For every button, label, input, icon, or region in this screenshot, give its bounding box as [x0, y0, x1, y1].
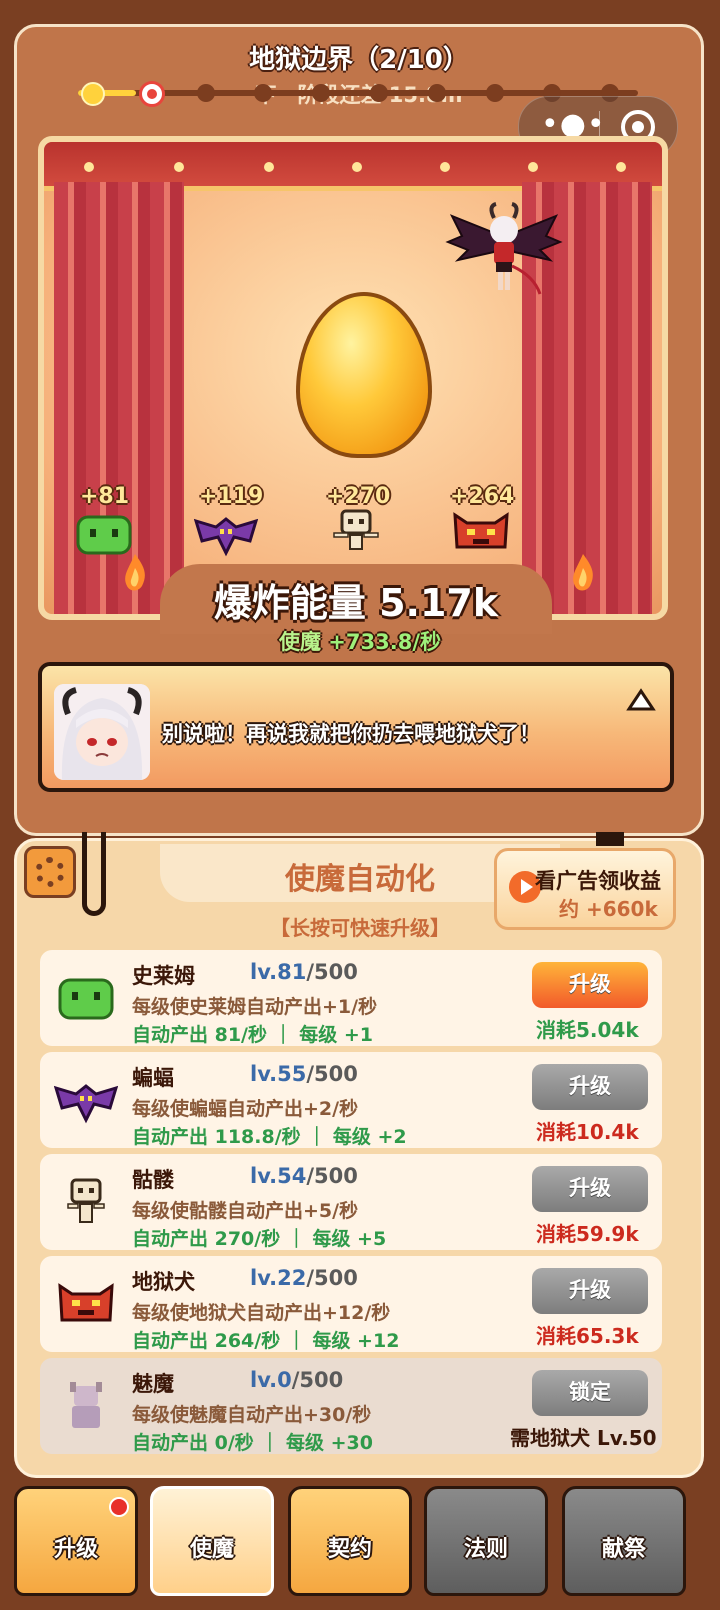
list-item: 史莱姆 lv.81/500 每级使史莱姆自动产出+1/秒 自动产出 81/秒 ｜…	[40, 950, 662, 1046]
skeleton-gain: +270	[326, 484, 391, 509]
rate-label: 使魔	[278, 630, 321, 654]
progress-node	[138, 81, 165, 107]
upgrade-cost: 消耗65.3k	[536, 1324, 639, 1348]
tab-upgrade[interactable]: 升级	[14, 1486, 138, 1596]
upgrade-button[interactable]: 升级	[532, 962, 648, 1008]
dialog-box[interactable]: 别说啦！再说我就把你扔去喂地狱犬了！	[38, 662, 674, 792]
list-item: 魅魔 lv.0/500 每级使魅魔自动产出+30/秒 自动产出 0/秒 ｜ 每级…	[40, 1358, 662, 1454]
minion-level: lv.81/500	[250, 960, 358, 984]
stage-title: 地狱边界（2/10）	[249, 45, 469, 75]
bat-icon	[54, 1084, 118, 1124]
energy-banner: 爆炸能量 5.17k	[160, 564, 552, 634]
minion-level: lv.22/500	[250, 1266, 358, 1290]
tab-contract[interactable]: 契约	[288, 1486, 412, 1596]
upgrade-cost: 消耗10.4k	[536, 1120, 639, 1144]
skeleton-icon	[67, 1178, 105, 1223]
minion-level: lv.55/500	[250, 1062, 358, 1086]
settings-button[interactable]	[24, 846, 76, 898]
list-item: 蝙蝠 lv.55/500 每级使蝙蝠自动产出+2/秒 自动产出 118.8/秒 …	[40, 1052, 662, 1148]
rate-value: +733.8/秒	[328, 630, 441, 654]
slime-icon	[76, 515, 132, 555]
minion-name: 魅魔	[132, 1372, 174, 1396]
slime-gain: +81	[80, 484, 130, 509]
flame-icon	[125, 554, 145, 591]
upgrade-cost: 消耗59.9k	[536, 1222, 639, 1246]
minion-output: 自动产出 0/秒 ｜ 每级 +30	[132, 1432, 373, 1454]
upgrade-button[interactable]: 升级	[532, 1064, 648, 1110]
explosion-energy: 爆炸能量 5.17k	[213, 581, 499, 625]
upgrade-cost: 消耗5.04k	[536, 1018, 639, 1042]
progress-node	[427, 84, 446, 102]
tab-label: 升级	[53, 1537, 98, 1562]
minion-output: 自动产出 81/秒 ｜ 每级 +1	[132, 1024, 373, 1046]
unlock-requirement: 需地狱犬 Lv.50	[510, 1426, 657, 1450]
hellhound-gain: +264	[450, 484, 515, 509]
tab-sacrifice[interactable]: 献祭	[562, 1486, 686, 1596]
bat-gain: +119	[199, 484, 264, 509]
minion-description: 每级使史莱姆自动产出+1/秒	[132, 996, 378, 1018]
hellhound-icon	[453, 512, 509, 549]
bottom-tab-bar: 升级 使魔 契约 法则 献祭	[0, 1476, 720, 1610]
demon-girl-portrait	[54, 684, 150, 780]
minion-description: 每级使地狱犬自动产出+12/秒	[132, 1302, 391, 1324]
minion-level: lv.0/500	[250, 1368, 344, 1392]
progress-node	[196, 84, 215, 102]
gear-icon	[35, 857, 65, 887]
dialog-text: 别说啦！再说我就把你扔去喂地狱犬了！	[162, 722, 540, 746]
watch-ad-button[interactable]: 看广告领收益 约 +660k	[494, 848, 676, 930]
hanging-hook	[82, 832, 106, 916]
tab-label: 使魔	[189, 1537, 234, 1562]
succubus-icon	[70, 1382, 102, 1428]
tab-label: 献祭	[601, 1537, 646, 1562]
demon-girl-sprite[interactable]	[444, 196, 564, 306]
skeleton-icon	[333, 509, 379, 550]
notification-badge	[109, 1497, 129, 1517]
flame-icon	[573, 554, 593, 591]
minion-name: 骷髅	[132, 1168, 174, 1192]
upgrade-button[interactable]: 升级	[532, 1166, 648, 1212]
minion-description: 每级使魅魔自动产出+30/秒	[132, 1404, 372, 1426]
collapse-up-icon[interactable]	[626, 688, 656, 712]
minion-name: 蝙蝠	[132, 1066, 174, 1090]
tab-rules[interactable]: 法则	[424, 1486, 548, 1596]
progress-node	[485, 84, 504, 102]
minion-output: 自动产出 264/秒 ｜ 每级 +12	[132, 1330, 400, 1352]
progress-node	[81, 82, 105, 106]
upgrade-button[interactable]: 升级	[532, 1268, 648, 1314]
ad-label: 看广告领收益	[535, 869, 661, 893]
minion-description: 每级使骷髅自动产出+5/秒	[132, 1200, 359, 1222]
list-item: 骷髅 lv.54/500 每级使骷髅自动产出+5/秒 自动产出 270/秒 ｜ …	[40, 1154, 662, 1250]
minion-output: 自动产出 270/秒 ｜ 每级 +5	[132, 1228, 387, 1250]
hellhound-icon	[58, 1283, 114, 1322]
minion-name: 史莱姆	[132, 964, 195, 988]
list-item: 地狱犬 lv.22/500 每级使地狱犬自动产出+12/秒 自动产出 264/秒…	[40, 1256, 662, 1352]
slime-icon	[58, 978, 114, 1020]
minion-level: lv.54/500	[250, 1164, 358, 1188]
hanging-hook	[596, 832, 624, 846]
energy-rate: 使魔 +733.8/秒	[0, 626, 720, 656]
bat-icon	[194, 517, 258, 557]
golden-egg[interactable]	[296, 292, 432, 458]
minion-name: 地狱犬	[132, 1270, 195, 1294]
tab-minions[interactable]: 使魔	[150, 1486, 274, 1596]
progress-node	[370, 84, 388, 102]
ad-reward: 约 +660k	[559, 897, 658, 921]
tab-label: 法则	[463, 1537, 508, 1562]
game-stage: +81 +119 +270 +264	[38, 136, 668, 620]
minion-description: 每级使蝙蝠自动产出+2/秒	[132, 1098, 359, 1120]
locked-button[interactable]: 锁定	[532, 1370, 648, 1416]
tab-label: 契约	[327, 1537, 372, 1562]
minion-output: 自动产出 118.8/秒 ｜ 每级 +2	[132, 1126, 407, 1148]
